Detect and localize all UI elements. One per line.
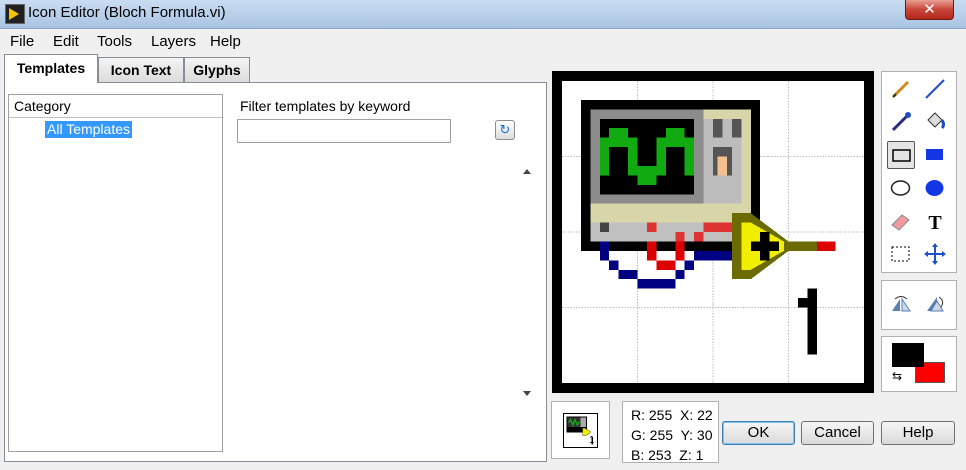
category-item-all-templates[interactable]: All Templates [45,121,133,138]
menu-layers[interactable]: Layers [151,33,196,50]
pencil-icon[interactable] [887,75,915,103]
menu-file[interactable]: File [10,33,34,50]
green-value: G: 255 [631,427,674,443]
templates-scrollbar[interactable] [518,161,537,404]
select-icon[interactable] [887,240,915,268]
labview-app-icon [5,4,25,24]
color-picker-icon[interactable] [887,108,915,136]
x-coordinate: X: 22 [680,407,713,423]
tool-palette: T [881,71,957,273]
menu-tools[interactable]: Tools [97,33,132,50]
scroll-up-arrow-icon[interactable] [523,169,531,174]
category-tree[interactable]: Category All Templates [8,94,223,452]
menu-edit[interactable]: Edit [53,33,79,50]
title-bar: Icon Editor (Bloch Formula.vi) ✕ [0,0,966,29]
color-swatches: ⇆ [881,336,957,392]
pixel-info: R: 255 X: 22 G: 255 Y: 30 B: 253 Z: 1 [622,401,719,463]
refresh-icon[interactable]: ↻ [495,120,515,140]
filter-label: Filter templates by keyword [240,98,411,114]
flip-horizontal-icon[interactable] [887,291,915,319]
ellipse-icon[interactable] [887,174,915,202]
svg-text:T: T [928,212,942,233]
icon-preview: 1 [551,401,610,459]
transform-palette [881,280,957,330]
text-icon[interactable]: T [921,207,949,235]
filled-rectangle-icon[interactable] [921,141,949,169]
move-icon[interactable] [921,240,949,268]
rectangle-icon[interactable] [887,141,915,169]
tab-icon-text[interactable]: Icon Text [98,57,184,82]
icon-canvas[interactable] [552,71,874,393]
menu-bar: File Edit Tools Layers Help [0,29,966,53]
menu-help[interactable]: Help [210,33,241,50]
tab-templates[interactable]: Templates [4,54,98,83]
cancel-button[interactable]: Cancel [801,421,874,445]
filter-input[interactable] [237,119,451,143]
close-button[interactable]: ✕ [905,0,954,20]
foreground-color-swatch[interactable] [892,343,924,367]
icon-pixel-art[interactable] [562,81,864,383]
category-header: Category [9,95,222,118]
tab-glyphs[interactable]: Glyphs [184,57,250,82]
fill-icon[interactable] [921,108,949,136]
filled-ellipse-icon[interactable] [921,174,949,202]
scroll-down-arrow-icon[interactable] [523,391,531,396]
preview-number: 1 [589,435,595,446]
blue-value: B: 253 [631,447,672,463]
ok-button[interactable]: OK [722,421,795,445]
line-icon[interactable] [921,75,949,103]
window-title: Icon Editor (Bloch Formula.vi) [28,4,226,21]
help-button[interactable]: Help [881,421,955,445]
z-zoom: Z: 1 [679,447,704,463]
rotate-icon[interactable] [921,291,949,319]
eraser-icon[interactable] [887,207,915,235]
y-coordinate: Y: 30 [680,427,713,443]
red-value: R: 255 [631,407,673,423]
swap-colors-icon[interactable]: ⇆ [892,370,902,382]
